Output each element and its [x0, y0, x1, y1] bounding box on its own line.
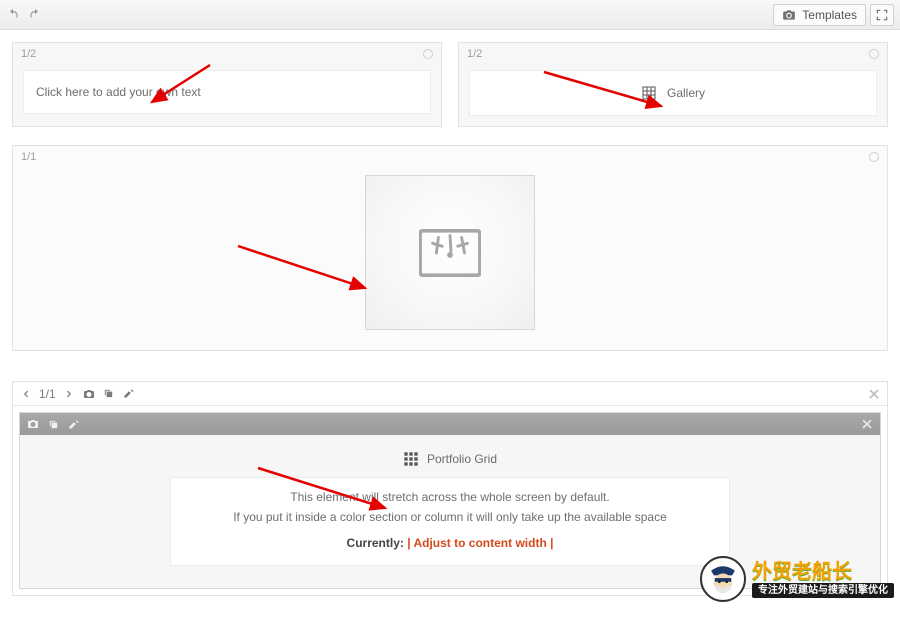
- column-label: 1/2: [459, 43, 887, 70]
- builder-canvas: 1/2 Click here to add your own text 1/2 …: [0, 30, 900, 608]
- clone-icon[interactable]: [46, 417, 60, 431]
- grid-dense-icon: [403, 451, 419, 467]
- portfolio-msg-line2: If you put it inside a color section or …: [185, 508, 715, 528]
- column-options-icon[interactable]: [869, 49, 879, 59]
- watermark: 外贸老船长 专注外贸建站与搜索引擎优化: [700, 556, 894, 602]
- section-nav-bar: 1/1: [13, 382, 887, 406]
- top-toolbar: Templates: [0, 0, 900, 30]
- watermark-text: 外贸老船长 专注外贸建站与搜索引擎优化: [752, 561, 894, 598]
- camera-icon[interactable]: [26, 417, 40, 431]
- column-label: 1/1: [13, 146, 887, 165]
- edit-icon[interactable]: [66, 417, 80, 431]
- gallery-block[interactable]: Gallery: [469, 70, 877, 116]
- column-size-label: 1/2: [467, 48, 482, 60]
- camera-icon[interactable]: [82, 387, 96, 401]
- column-size-label: 1/1: [21, 151, 36, 163]
- watermark-subtitle: 专注外贸建站与搜索引擎优化: [752, 583, 894, 598]
- watermark-avatar: [700, 556, 746, 602]
- gallery-label: Gallery: [667, 86, 705, 100]
- image-placeholder[interactable]: [365, 175, 535, 330]
- close-icon[interactable]: [867, 387, 881, 401]
- fullscreen-button[interactable]: [870, 4, 894, 26]
- text-block-placeholder: Click here to add your own text: [36, 85, 201, 99]
- watermark-title: 外贸老船长: [752, 561, 894, 583]
- column-options-icon[interactable]: [869, 152, 879, 162]
- redo-icon[interactable]: [28, 8, 42, 22]
- image-broken-icon: [419, 229, 481, 277]
- section-size-label: 1/1: [39, 387, 56, 401]
- portfolio-grid-title: Portfolio Grid: [427, 452, 497, 466]
- row-two-halves: 1/2 Click here to add your own text 1/2 …: [12, 42, 888, 127]
- templates-button[interactable]: Templates: [773, 4, 866, 26]
- column-full-image[interactable]: 1/1: [12, 145, 888, 351]
- currently-value: | Adjust to content width |: [407, 536, 553, 550]
- portfolio-currently-row: Currently: | Adjust to content width |: [185, 534, 715, 554]
- edit-icon[interactable]: [122, 387, 136, 401]
- text-block[interactable]: Click here to add your own text: [23, 70, 431, 114]
- column-options-icon[interactable]: [423, 49, 433, 59]
- section-inner-bar: [20, 413, 880, 435]
- column-size-label: 1/2: [21, 48, 36, 60]
- undo-icon[interactable]: [6, 8, 20, 22]
- portfolio-grid-header: Portfolio Grid: [30, 451, 870, 467]
- currently-label: Currently:: [347, 536, 404, 550]
- camera-icon: [782, 9, 796, 21]
- chevron-left-icon[interactable]: [19, 387, 33, 401]
- column-half-right[interactable]: 1/2 Gallery: [458, 42, 888, 127]
- portfolio-msg-line1: This element will stretch across the who…: [185, 488, 715, 508]
- close-icon[interactable]: [860, 417, 874, 431]
- chevron-right-icon[interactable]: [62, 387, 76, 401]
- column-label: 1/2: [13, 43, 441, 70]
- portfolio-grid-message-box: This element will stretch across the who…: [170, 477, 730, 566]
- templates-label: Templates: [802, 8, 857, 22]
- image-placeholder-wrap: [13, 165, 887, 330]
- clone-icon[interactable]: [102, 387, 116, 401]
- grid-icon: [641, 85, 657, 101]
- column-half-left[interactable]: 1/2 Click here to add your own text: [12, 42, 442, 127]
- toolbar-left: [6, 8, 42, 22]
